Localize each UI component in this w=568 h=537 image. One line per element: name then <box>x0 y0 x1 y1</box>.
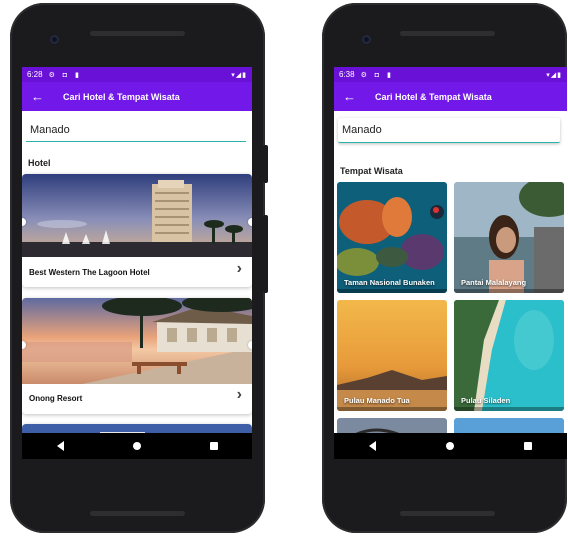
app-bar-title: Cari Hotel & Tempat Wisata <box>63 91 180 102</box>
caption-bar <box>454 289 564 293</box>
hotel-card[interactable]: Best Western The Lagoon Hotel › <box>22 174 252 287</box>
section-title-hotel: Hotel <box>28 158 51 168</box>
search-input[interactable]: Manado <box>26 120 246 142</box>
place-name: Pantai Malalayang <box>461 278 527 287</box>
place-tile[interactable]: Pulau Manado Tua <box>337 300 447 411</box>
status-bar: 6:38 ⚙ ◘ ▮ ▾◢▮ <box>334 67 567 82</box>
hotel-card[interactable]: Onong Resort › <box>22 298 252 414</box>
caption-bar <box>337 289 447 293</box>
caption-bar <box>454 407 564 411</box>
place-tile[interactable]: Pulau Siladen <box>454 300 564 411</box>
right-screen: 6:38 ⚙ ◘ ▮ ▾◢▮ ← Cari Hotel & Tempat Wis… <box>334 67 567 459</box>
hotel-name: Best Western The Lagoon Hotel <box>29 268 150 277</box>
bottom-speaker <box>400 511 495 516</box>
signal-battery-icons: ▾◢▮ <box>546 71 562 79</box>
section-title-tempat-wisata: Tempat Wisata <box>340 166 403 176</box>
hotel-name: Onong Resort <box>29 394 83 403</box>
app-bar: ← Cari Hotel & Tempat Wisata <box>22 82 252 111</box>
place-photo <box>337 182 447 293</box>
caption-bar <box>337 407 447 411</box>
power-button <box>263 145 268 183</box>
left-phone: 6:28 ⚙ ◘ ▮ ▾◢▮ ← Cari Hotel & Tempat Wis… <box>10 3 265 533</box>
place-photo <box>454 300 564 411</box>
chevron-right-icon[interactable]: › <box>237 386 242 404</box>
hotel-photo <box>22 174 252 257</box>
app-bar-title: Cari Hotel & Tempat Wisata <box>375 91 492 102</box>
search-input[interactable]: Manado <box>338 118 560 143</box>
back-arrow-icon[interactable]: ← <box>31 89 51 104</box>
top-speaker <box>90 31 185 36</box>
status-icons: ⚙ ◘ ▮ <box>48 71 82 79</box>
front-camera <box>362 35 371 44</box>
status-icons: ⚙ ◘ ▮ <box>360 71 394 79</box>
carousel-dot <box>248 341 252 349</box>
volume-button <box>263 215 268 293</box>
nav-home-icon[interactable] <box>446 442 454 450</box>
top-speaker <box>400 31 495 36</box>
place-photo <box>337 300 447 411</box>
nav-recents-icon[interactable] <box>209 442 218 450</box>
place-name: Pulau Manado Tua <box>344 396 410 405</box>
nav-back-icon[interactable] <box>369 441 376 451</box>
nav-home-icon[interactable] <box>132 442 141 450</box>
right-phone: 6:38 ⚙ ◘ ▮ ▾◢▮ ← Cari Hotel & Tempat Wis… <box>322 3 567 533</box>
left-screen: 6:28 ⚙ ◘ ▮ ▾◢▮ ← Cari Hotel & Tempat Wis… <box>22 67 252 459</box>
place-name: Taman Nasional Bunaken <box>344 278 435 287</box>
navigation-bar <box>22 433 252 459</box>
status-time: 6:28 <box>27 70 43 79</box>
bottom-speaker <box>90 511 185 516</box>
place-name: Pulau Siladen <box>461 396 511 405</box>
navigation-bar <box>334 433 567 459</box>
place-tile[interactable]: Pantai Malalayang <box>454 182 564 293</box>
front-camera <box>50 35 59 44</box>
chevron-right-icon[interactable]: › <box>237 260 242 278</box>
status-bar: 6:28 ⚙ ◘ ▮ ▾◢▮ <box>22 67 252 82</box>
hotel-photo <box>22 298 252 384</box>
status-time: 6:38 <box>339 70 355 79</box>
app-bar: ← Cari Hotel & Tempat Wisata <box>334 82 567 111</box>
nav-recents-icon[interactable] <box>524 442 532 450</box>
signal-battery-icons: ▾◢▮ <box>231 71 247 79</box>
back-arrow-icon[interactable]: ← <box>343 89 363 104</box>
carousel-dot <box>248 218 252 226</box>
place-photo <box>454 182 564 293</box>
place-tile[interactable]: Taman Nasional Bunaken <box>337 182 447 293</box>
nav-back-icon[interactable] <box>56 441 64 451</box>
